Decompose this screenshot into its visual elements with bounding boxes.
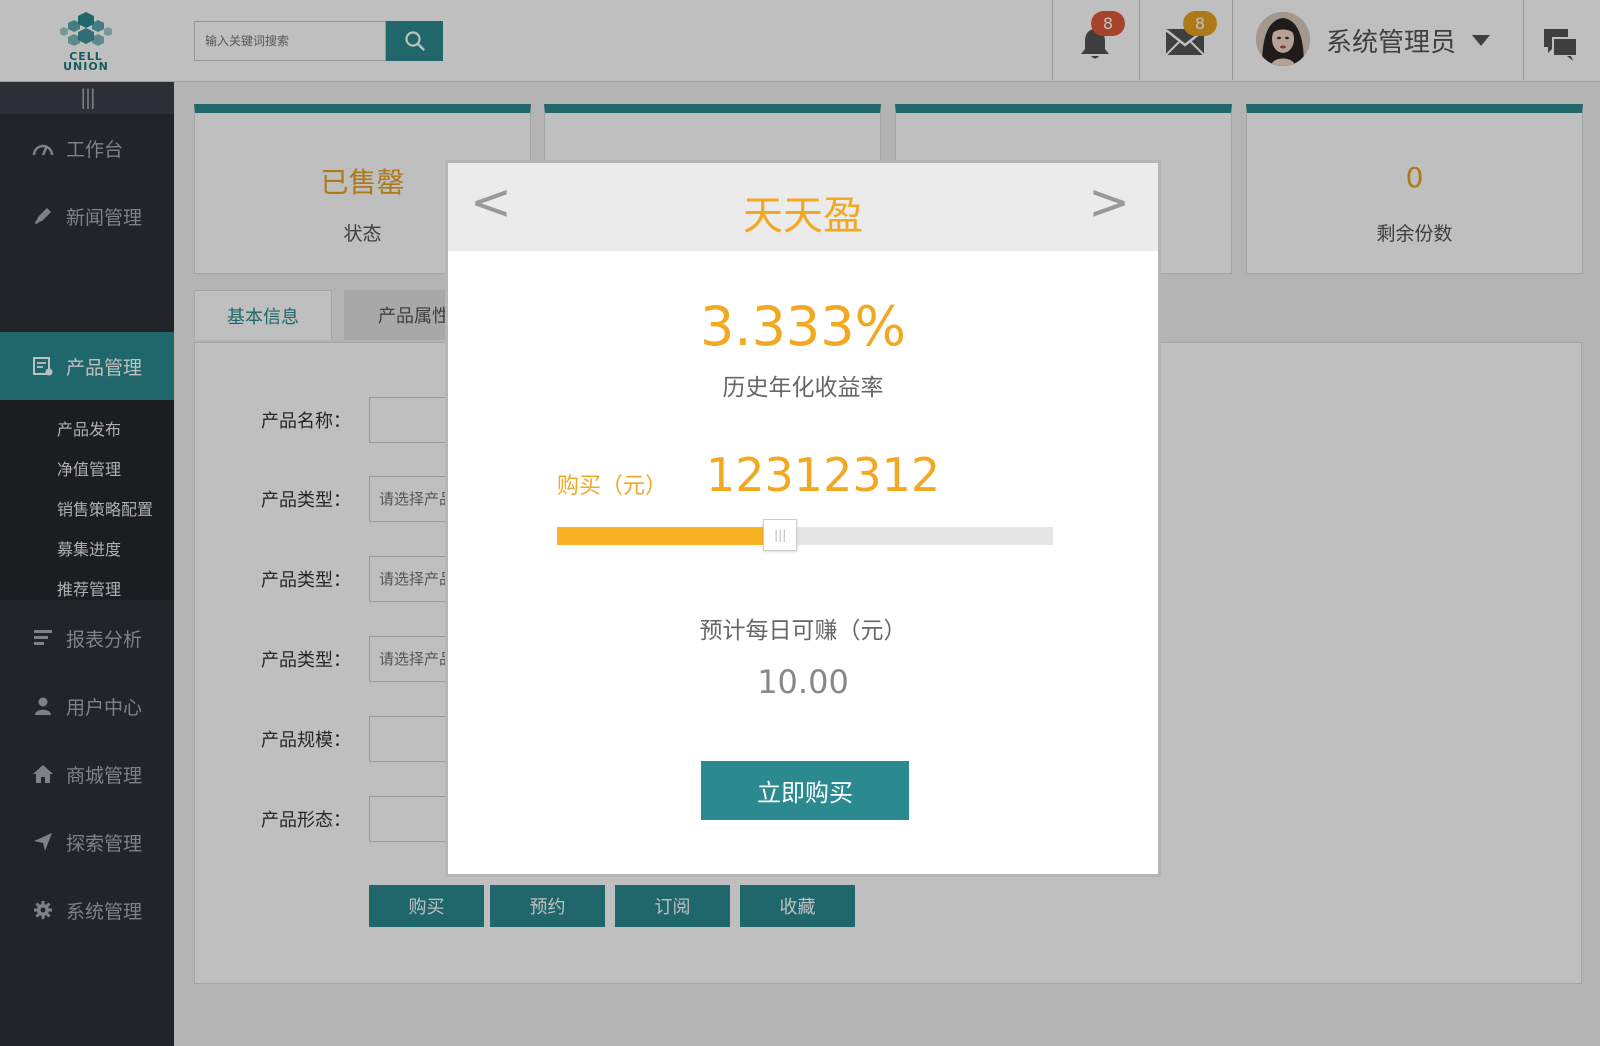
daily-earnings-value: 10.00 bbox=[757, 663, 849, 701]
modal-title: 天天盈 bbox=[743, 193, 863, 239]
annual-rate-label: 历史年化收益率 bbox=[722, 375, 884, 401]
daily-earnings-label: 预计每日可赚（元） bbox=[699, 618, 907, 644]
buy-amount-label: 购买（元） bbox=[557, 474, 668, 499]
annual-rate-value: 3.333% bbox=[700, 295, 906, 358]
product-purchase-modal: < 天天盈 > 3.333% 历史年化收益率 购买（元） 12312312 ||… bbox=[445, 160, 1161, 877]
modal-header: < 天天盈 > bbox=[448, 163, 1158, 251]
slider-fill bbox=[557, 527, 781, 545]
amount-slider[interactable]: ||| bbox=[557, 519, 1053, 551]
slider-handle[interactable]: ||| bbox=[763, 519, 798, 551]
buy-amount-value[interactable]: 12312312 bbox=[706, 448, 940, 502]
buy-now-button[interactable]: 立即购买 bbox=[701, 761, 909, 820]
next-product-chevron-right-icon[interactable]: > bbox=[1088, 177, 1130, 227]
